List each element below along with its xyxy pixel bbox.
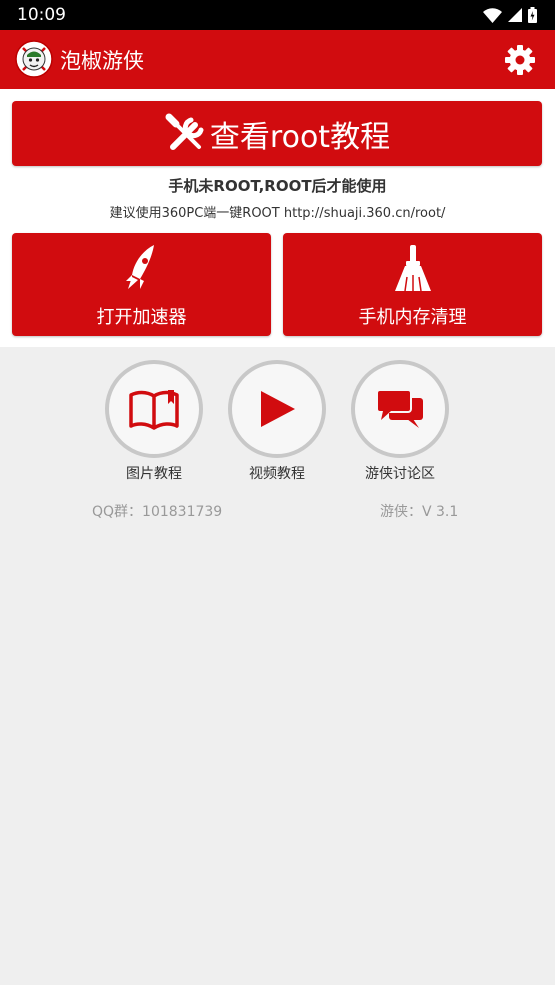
wifi-icon (483, 7, 502, 23)
gear-icon (505, 45, 535, 75)
app-bar: 泡椒游侠 (0, 30, 555, 89)
status-bar: 10:09 (0, 0, 555, 30)
status-icons (483, 7, 537, 23)
chat-bubbles-icon (376, 389, 423, 428)
picture-tutorial-shortcut[interactable]: 图片教程 (104, 360, 204, 483)
tools-icon (165, 113, 204, 150)
picture-tutorial-label: 图片教程 (126, 466, 182, 482)
root-status-notice: 手机未ROOT,ROOT后才能使用 (168, 177, 387, 195)
rocket-icon (125, 245, 154, 289)
video-tutorial-shortcut[interactable]: 视频教程 (227, 360, 327, 483)
battery-icon (528, 7, 537, 23)
forum-label: 游侠讨论区 (365, 466, 435, 482)
root-tutorial-button[interactable]: 查看root教程 (12, 101, 542, 166)
main-panel: 查看root教程 手机未ROOT,ROOT后才能使用 建议使用360PC端一键R… (0, 89, 555, 347)
status-time: 10:09 (17, 5, 66, 25)
book-icon (129, 390, 179, 430)
forum-circle[interactable] (351, 360, 449, 458)
memory-clean-label: 手机内存清理 (358, 307, 467, 328)
video-tutorial-circle[interactable] (228, 360, 326, 458)
open-accelerator-button[interactable]: 打开加速器 (12, 233, 271, 336)
open-accelerator-label: 打开加速器 (96, 307, 187, 328)
memory-clean-button[interactable]: 手机内存清理 (283, 233, 542, 336)
play-icon (261, 391, 295, 427)
picture-tutorial-circle[interactable] (105, 360, 203, 458)
qq-group-text: QQ群：101831739 (92, 504, 223, 520)
broom-icon (394, 245, 431, 292)
version-text: 游侠：V 3.1 (380, 504, 459, 520)
forum-shortcut[interactable]: 游侠讨论区 (350, 360, 450, 483)
app-title: 泡椒游侠 (60, 49, 144, 73)
root-suggestion-text: 建议使用360PC端一键ROOT http://shuaji.360.cn/ro… (109, 206, 446, 221)
signal-icon (508, 8, 522, 22)
pepper-logo-icon (15, 40, 53, 78)
root-tutorial-label: 查看root教程 (209, 119, 391, 155)
video-tutorial-label: 视频教程 (249, 466, 305, 482)
settings-button[interactable] (503, 43, 537, 77)
